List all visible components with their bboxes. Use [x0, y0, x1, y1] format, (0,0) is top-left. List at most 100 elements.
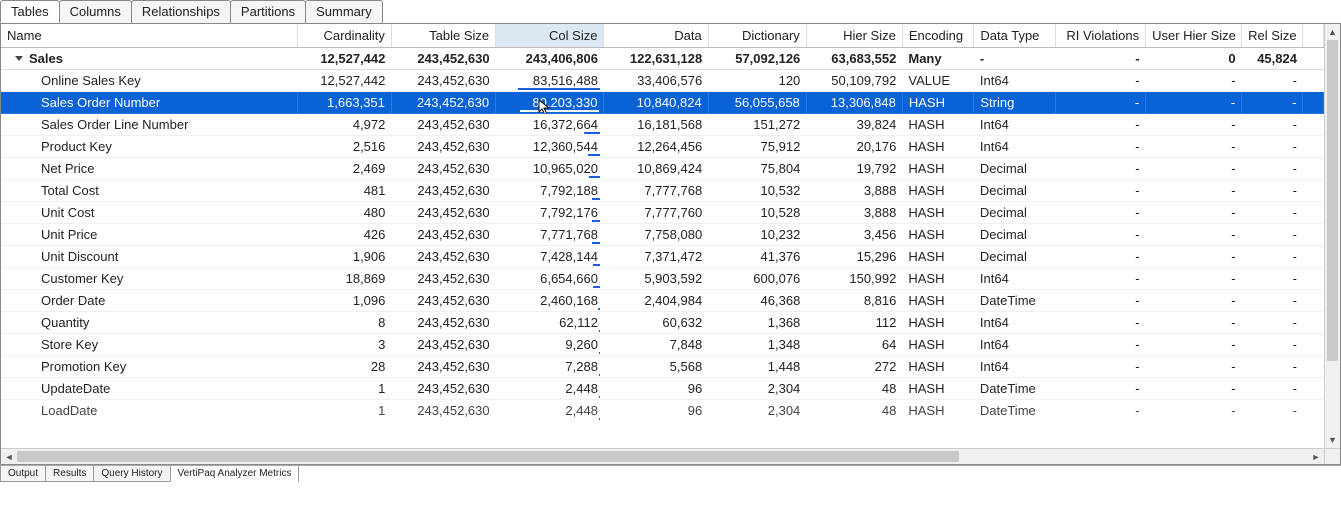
table-row[interactable]: Sales Order Number1,663,351243,452,63080…: [1, 92, 1324, 114]
cell-tsize: 243,452,630: [391, 158, 495, 180]
cell-uhs: -: [1146, 400, 1242, 422]
col-header-hier[interactable]: Hier Size: [806, 24, 902, 48]
cell-hier: 3,888: [806, 180, 902, 202]
bottom-tabstrip: OutputResultsQuery HistoryVertiPaq Analy…: [0, 465, 1341, 482]
col-size-bar: [589, 176, 600, 178]
hscroll-track[interactable]: [17, 449, 1308, 464]
cell-dict: 75,804: [708, 158, 806, 180]
table-row[interactable]: Order Date1,096243,452,6302,460,1682,404…: [1, 290, 1324, 312]
cell-enc: HASH: [902, 202, 974, 224]
cell-hier: 150,992: [806, 268, 902, 290]
cell-data: 5,903,592: [604, 268, 708, 290]
vertical-scrollbar[interactable]: ▲ ▼: [1324, 24, 1340, 448]
cell-riv: -: [1056, 268, 1146, 290]
bottom-tab-vertipaq-analyzer-metrics[interactable]: VertiPaq Analyzer Metrics: [170, 466, 300, 482]
bottom-tab-output[interactable]: Output: [0, 466, 46, 482]
cell-name-text: Product Key: [41, 139, 112, 154]
col-header-data[interactable]: Data: [604, 24, 708, 48]
col-header-rsize[interactable]: Rel Size: [1242, 24, 1303, 48]
top-tab-summary[interactable]: Summary: [305, 0, 383, 23]
cell-data: 16,181,568: [604, 114, 708, 136]
scroll-up-button[interactable]: ▲: [1325, 24, 1340, 40]
table-row[interactable]: UpdateDate1243,452,6302,448962,30448HASH…: [1, 378, 1324, 400]
scroll-down-button[interactable]: ▼: [1325, 432, 1340, 448]
cell-uhs: -: [1146, 202, 1242, 224]
table-row[interactable]: Unit Price426243,452,6307,771,7687,758,0…: [1, 224, 1324, 246]
col-header-name[interactable]: Name: [1, 24, 297, 48]
cell-extra: [1303, 400, 1324, 422]
cell-riv: -: [1056, 70, 1146, 92]
cell-extra: [1303, 180, 1324, 202]
cell-rsize: -: [1242, 378, 1303, 400]
top-tab-tables[interactable]: Tables: [0, 0, 60, 23]
col-header-csize[interactable]: Col Size: [496, 24, 604, 48]
table-row[interactable]: LoadDate1243,452,6302,448962,30448HASHDa…: [1, 400, 1324, 422]
cell-tsize: 243,452,630: [391, 202, 495, 224]
top-tab-partitions[interactable]: Partitions: [230, 0, 306, 23]
horizontal-scrollbar[interactable]: ◄ ►: [1, 448, 1324, 464]
cell-csize: 7,288: [496, 356, 604, 378]
col-size-bar: [518, 88, 600, 90]
col-header-riv[interactable]: RI Violations: [1056, 24, 1146, 48]
cell-rsize: -: [1242, 70, 1303, 92]
table-row[interactable]: Promotion Key28243,452,6307,2885,5681,44…: [1, 356, 1324, 378]
cell-dtype: Int64: [974, 114, 1056, 136]
cell-data: 2,404,984: [604, 290, 708, 312]
col-header-dict[interactable]: Dictionary: [708, 24, 806, 48]
cell-name: Total Cost: [1, 180, 297, 202]
table-row[interactable]: Total Cost481243,452,6307,792,1887,777,7…: [1, 180, 1324, 202]
hscroll-thumb[interactable]: [17, 451, 959, 462]
top-tab-relationships[interactable]: Relationships: [131, 0, 231, 23]
table-row[interactable]: Unit Discount1,906243,452,6307,428,1447,…: [1, 246, 1324, 268]
table-row[interactable]: Online Sales Key12,527,442243,452,63083,…: [1, 70, 1324, 92]
scroll-corner: [1324, 448, 1340, 464]
cell-dict: 10,232: [708, 224, 806, 246]
cell-extra: [1303, 378, 1324, 400]
table-group-row[interactable]: Sales12,527,442243,452,630243,406,806122…: [1, 48, 1324, 70]
table-row[interactable]: Product Key2,516243,452,63012,360,54412,…: [1, 136, 1324, 158]
cell-hier: 15,296: [806, 246, 902, 268]
col-header-extra[interactable]: [1303, 24, 1324, 48]
cell-dict: 2,304: [708, 378, 806, 400]
grid-container: NameCardinalityTable SizeCol SizeDataDic…: [0, 23, 1341, 465]
table-row[interactable]: Store Key3243,452,6309,2607,8481,34864HA…: [1, 334, 1324, 356]
cell-name-text: Quantity: [41, 315, 89, 330]
cell-extra: [1303, 246, 1324, 268]
table-row[interactable]: Customer Key18,869243,452,6306,654,6605,…: [1, 268, 1324, 290]
cell-rsize: -: [1242, 136, 1303, 158]
cell-data: 7,777,760: [604, 202, 708, 224]
scroll-right-button[interactable]: ►: [1308, 449, 1324, 464]
cell-csize: 7,771,768: [496, 224, 604, 246]
table-row[interactable]: Unit Cost480243,452,6307,792,1767,777,76…: [1, 202, 1324, 224]
bottom-tab-query-history[interactable]: Query History: [93, 466, 170, 482]
scroll-left-button[interactable]: ◄: [1, 449, 17, 464]
cell-name-text: Net Price: [41, 161, 94, 176]
bottom-tab-results[interactable]: Results: [45, 466, 94, 482]
cell-riv: -: [1056, 334, 1146, 356]
cell-dtype: Int64: [974, 312, 1056, 334]
cell-card: 4,972: [297, 114, 391, 136]
col-header-tsize[interactable]: Table Size: [391, 24, 495, 48]
expander-icon[interactable]: [15, 56, 23, 61]
cell-card: 2,469: [297, 158, 391, 180]
vscroll-track[interactable]: [1325, 40, 1340, 432]
top-tab-columns[interactable]: Columns: [59, 0, 132, 23]
col-header-dtype[interactable]: Data Type: [974, 24, 1056, 48]
cell-csize: 16,372,664: [496, 114, 604, 136]
table-row[interactable]: Quantity8243,452,63062,11260,6321,368112…: [1, 312, 1324, 334]
cell-rsize: -: [1242, 158, 1303, 180]
col-header-uhs[interactable]: User Hier Size: [1146, 24, 1242, 48]
cell-riv: -: [1056, 158, 1146, 180]
cell-uhs: -: [1146, 378, 1242, 400]
col-size-bar: [592, 198, 600, 200]
cell-dict: 1,348: [708, 334, 806, 356]
table-row[interactable]: Net Price2,469243,452,63010,965,02010,86…: [1, 158, 1324, 180]
cell-rsize: -: [1242, 114, 1303, 136]
cell-name-text: Sales: [29, 51, 63, 66]
table-row[interactable]: Sales Order Line Number4,972243,452,6301…: [1, 114, 1324, 136]
col-header-card[interactable]: Cardinality: [297, 24, 391, 48]
col-size-bar: [592, 220, 600, 222]
vscroll-thumb[interactable]: [1327, 40, 1338, 361]
col-header-enc[interactable]: Encoding: [902, 24, 974, 48]
cell-dict: 46,368: [708, 290, 806, 312]
